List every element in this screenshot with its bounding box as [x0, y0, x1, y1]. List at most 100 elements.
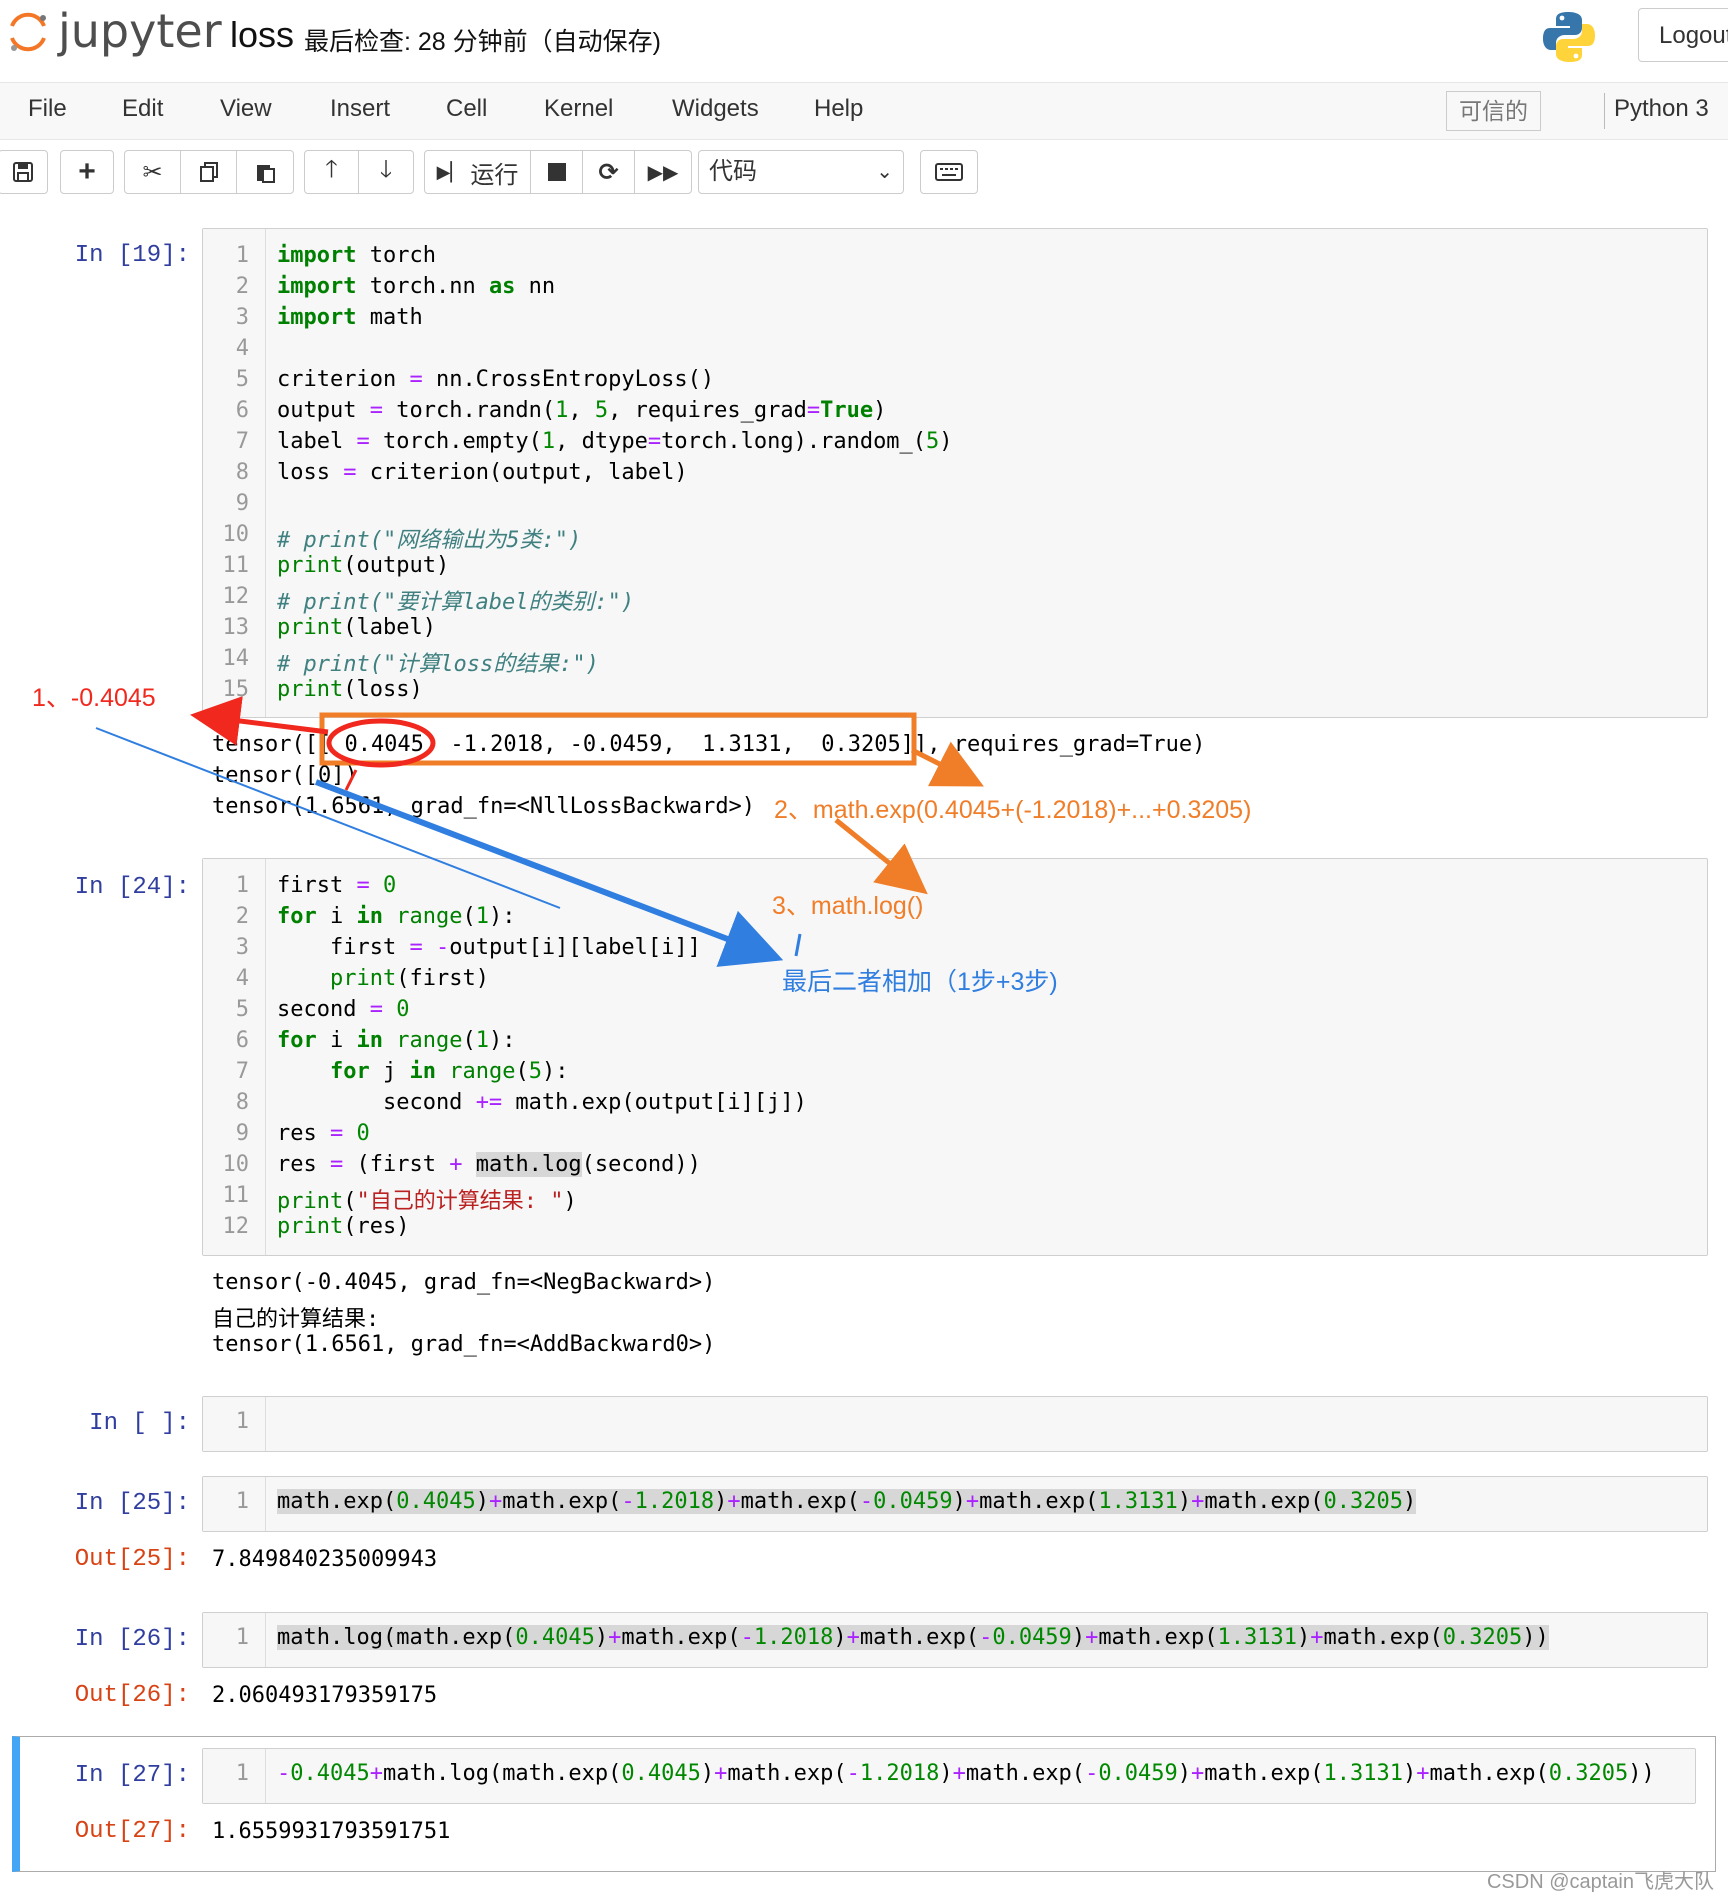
code-line: import torch [277, 243, 436, 268]
menu-kernel[interactable]: Kernel [544, 95, 613, 123]
arrow-up-icon: 🡑 [325, 155, 338, 183]
save-button[interactable] [0, 151, 47, 193]
code-line: res = 0 [277, 1121, 370, 1146]
plus-icon: + [78, 155, 96, 188]
annotation-step-1: 1、-0.4045 [32, 684, 156, 712]
arrow-down-icon: 🡓 [379, 155, 393, 183]
menu-view[interactable]: View [220, 95, 272, 123]
code-line: first = 0 [277, 873, 397, 898]
copy-button[interactable] [181, 151, 237, 193]
code-line: import math [277, 305, 423, 330]
code-line: output = torch.randn(1, 5, requires_grad… [277, 398, 887, 423]
toolbar-group-save [0, 150, 48, 194]
code-line: -0.4045+math.log(math.exp(0.4045)+math.e… [277, 1761, 1655, 1786]
code-line: label = torch.empty(1, dtype=torch.long)… [277, 429, 953, 454]
toolbar-group-run: ▶▏ 运行 ⟳ ▶▶ [424, 150, 692, 194]
cell-26-output: 2.060493179359175 [212, 1683, 438, 1708]
red-arrow [190, 696, 329, 746]
move-down-button[interactable]: 🡓 [359, 151, 413, 193]
cut-button[interactable]: ✂ [125, 151, 181, 193]
menu-cell[interactable]: Cell [446, 95, 487, 123]
save-icon [13, 162, 33, 182]
cell-19-output-line: tensor([0]) [212, 763, 358, 788]
step-forward-icon: ▶▏ [436, 161, 465, 182]
trusted-indicator[interactable]: 可信的 [1446, 91, 1541, 131]
run-button[interactable]: ▶▏ 运行 [425, 151, 531, 193]
code-line: print("自己的计算结果: ") [277, 1189, 577, 1214]
cell-24-input[interactable]: 1 first = 0 2 for i in range(1): 3 first =… [202, 858, 1708, 1256]
code-line: loss = criterion(output, label) [277, 460, 688, 485]
restart-button[interactable]: ⟳ [583, 151, 635, 193]
toolbar: + ✂ 🡑 🡓 ▶▏ 运行 ⟳ ▶▶ 代码 ⌄ [0, 140, 1728, 204]
code-line: # print("计算loss的结果:") [277, 652, 599, 677]
menubar: File Edit View Insert Cell Kernel Widget… [0, 82, 1728, 140]
toolbar-group-move: 🡑 🡓 [304, 150, 414, 194]
code-line: for i in range(1): [277, 904, 516, 929]
logout-button[interactable]: Logout [1638, 8, 1728, 62]
menu-help[interactable]: Help [814, 95, 863, 123]
menu-insert[interactable]: Insert [330, 95, 390, 123]
cell-26-prompt: In [26]: [74, 1626, 190, 1653]
code-line: print(output) [277, 553, 450, 578]
watermark: CSDN @captain飞虎大队 [1486, 1871, 1714, 1893]
cell-type-select[interactable]: 代码 ⌄ [698, 150, 904, 194]
annotation-step-2: 2、math.exp(0.4045+(-1.2018)+...+0.3205) [774, 796, 1252, 824]
code-line: math.log(math.exp(0.4045)+math.exp(-1.20… [277, 1625, 1549, 1650]
code-line: second += math.exp(output[i][j]) [277, 1090, 807, 1115]
toolbar-group-edit: ✂ [124, 150, 294, 194]
code-line: math.exp(0.4045)+math.exp(-1.2018)+math.… [277, 1489, 1417, 1514]
code-line: print(first) [329, 966, 489, 991]
cell-25-prompt: In [25]: [74, 1490, 190, 1517]
cell-24-output-line: tensor(1.6561, grad_fn=<AddBackward0>) [212, 1332, 716, 1357]
cell-24-output-line: tensor(-0.4045, grad_fn=<NegBackward>) [212, 1270, 716, 1295]
cell-empty-input[interactable]: 1 [202, 1396, 1708, 1452]
header: jupyter loss 最后检查: 28 分钟前（自动保存) Logout [0, 0, 1728, 80]
stop-icon [547, 163, 566, 181]
code-line: print(res) [277, 1214, 410, 1239]
jupyter-logo-icon [10, 12, 46, 52]
move-up-button[interactable]: 🡑 [305, 151, 360, 193]
code-line: print(loss) [277, 677, 423, 702]
cell-26-input[interactable]: 1 math.log(math.exp(0.4045)+math.exp(-1.2… [202, 1612, 1708, 1668]
cell-19-output-line: tensor(1.6561, grad_fn=<NllLossBackward>… [212, 794, 756, 819]
interrupt-button[interactable] [531, 151, 583, 193]
code-line: second = 0 [277, 997, 410, 1022]
toolbar-group-insert: + [60, 150, 114, 194]
cell-27-input[interactable]: 1 -0.4045+math.log(math.exp(0.4045)+math.… [202, 1748, 1696, 1804]
cell-19-prompt: In [19]: [74, 242, 190, 269]
code-line: import torch.nn as nn [277, 274, 556, 299]
cell-type-value: 代码 [709, 158, 757, 185]
chevron-down-icon: ⌄ [876, 161, 893, 183]
jupyter-logo-text[interactable]: jupyter [58, 4, 222, 58]
keyboard-icon [935, 163, 963, 181]
cell-24-prompt: In [24]: [74, 874, 190, 901]
redo-icon: ⟳ [598, 158, 619, 186]
cell-25-out-prompt: Out[25]: [74, 1546, 190, 1573]
menu-widgets[interactable]: Widgets [672, 95, 759, 123]
code-line: res = (first + math.log(second)) [277, 1152, 701, 1177]
menu-edit[interactable]: Edit [122, 95, 163, 123]
cell-empty-prompt: In [ ]: [89, 1410, 190, 1437]
notebook-name[interactable]: loss [230, 14, 294, 56]
cell-27-prompt: In [27]: [74, 1762, 190, 1789]
restart-run-all-button[interactable]: ▶▶ [635, 151, 691, 193]
code-line: for j in range(5): [329, 1059, 569, 1084]
code-line: print(label) [277, 615, 436, 640]
command-palette-button[interactable] [920, 150, 978, 194]
code-line: # print("网络输出为5类:") [277, 528, 582, 553]
menu-file[interactable]: File [28, 95, 67, 123]
code-line: criterion = nn.CrossEntropyLoss() [277, 367, 715, 392]
code-line: for i in range(1): [277, 1028, 516, 1053]
scissors-icon: ✂ [142, 158, 163, 186]
cell-26-out-prompt: Out[26]: [74, 1682, 190, 1709]
checkpoint-status: 最后检查: 28 分钟前（自动保存) [304, 28, 661, 56]
annotation-final-step: 最后二者相加（1步+3步) [782, 968, 1058, 996]
annotation-step-3: 3、math.log() [772, 892, 924, 920]
cell-19-input[interactable]: 1 import torch 2 import torch.nn as nn 3 im… [202, 228, 1708, 718]
insert-cell-button[interactable]: + [61, 151, 113, 193]
fast-forward-icon: ▶▶ [647, 161, 679, 184]
cell-25-output: 7.849840235009943 [212, 1547, 438, 1572]
cell-25-input[interactable]: 1 math.exp(0.4045)+math.exp(-1.2018)+math… [202, 1476, 1708, 1532]
paste-button[interactable] [237, 151, 293, 193]
kernel-indicator[interactable]: Python 3 [1614, 95, 1709, 123]
